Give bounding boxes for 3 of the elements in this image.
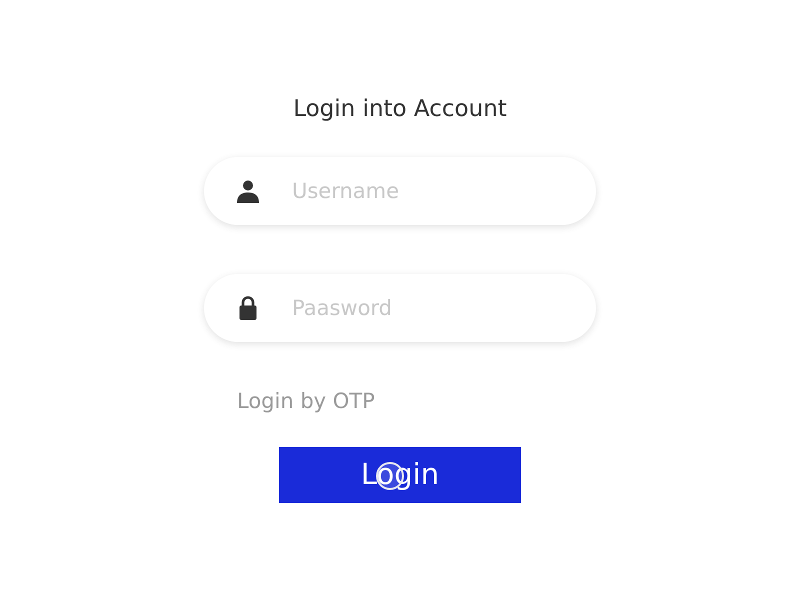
user-icon <box>236 178 260 203</box>
page-title: Login into Account <box>292 96 508 124</box>
lock-icon <box>239 295 257 320</box>
